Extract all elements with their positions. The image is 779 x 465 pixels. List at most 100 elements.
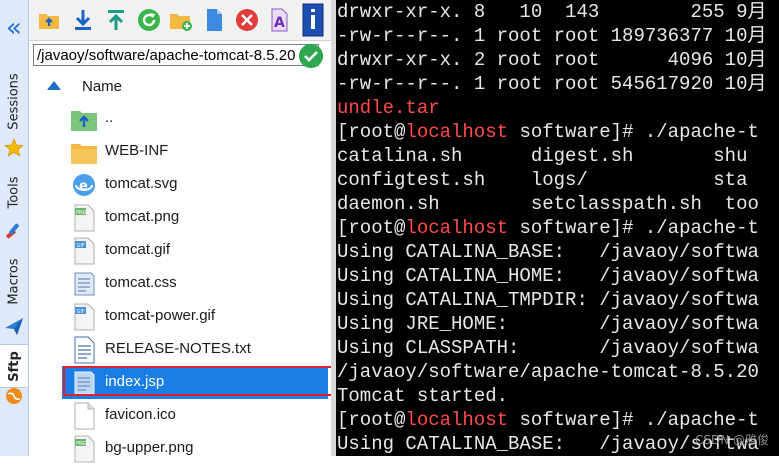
watermark: CSDN @雅俊: [694, 433, 769, 447]
terminal-text: configtest.sh logs/ sta: [337, 169, 748, 191]
name-column-header[interactable]: Name: [29, 72, 331, 102]
terminal-text: [root@: [337, 409, 406, 431]
parent-folder-icon[interactable]: [37, 8, 61, 32]
file-name: WEB-INF: [105, 142, 169, 159]
svg-text:A: A: [274, 15, 285, 31]
collapse-sidebar-icon[interactable]: «: [2, 10, 26, 46]
new-file-icon[interactable]: [202, 8, 226, 32]
ico-file-icon: [74, 402, 95, 430]
terminal-line: daemon.sh setclasspath.sh too: [337, 192, 759, 216]
terminal-text: drwxr-xr-x. 8 10 143 255 9月: [337, 1, 767, 23]
gif-file-icon: GIF: [74, 237, 95, 265]
terminal-text: /javaoy/software/apache-tomcat-8.5.20: [337, 361, 759, 383]
file-row-index-jsp[interactable]: index.jsp: [62, 366, 328, 399]
text-file-icon: [74, 336, 95, 364]
terminal-text: drwxr-xr-x. 2 root root 4096 10月: [337, 49, 767, 71]
gif-file-icon: GIF: [74, 303, 95, 331]
tab-sftp[interactable]: Sftp: [0, 344, 28, 388]
file-name: tomcat.svg: [105, 175, 178, 192]
terminal-line: -rw-r--r--. 1 root root 189736377 10月: [337, 24, 766, 48]
file-name: favicon.ico: [105, 406, 176, 423]
png-file-icon: PNG: [74, 204, 95, 232]
terminal-line: Using CATALINA_BASE: /javaoy/softwa: [337, 240, 759, 264]
file-row-tomcat-power-gif[interactable]: GIF tomcat-power.gif: [62, 300, 328, 333]
terminal-pane[interactable]: drwxr-xr-x. 8 10 143 255 9月 -rw-r--r--. 1…: [336, 0, 779, 456]
file-row-tomcat-css[interactable]: tomcat.css: [62, 267, 328, 300]
file-row-web-inf[interactable]: WEB-INF: [62, 135, 328, 168]
terminal-line: [root@localhost software]# ./apache-t: [337, 120, 759, 144]
terminal-text: daemon.sh setclasspath.sh too: [337, 193, 759, 215]
tools-icon: [6, 223, 19, 239]
file-name: tomcat.css: [105, 274, 177, 291]
jsp-file-icon: [74, 371, 95, 395]
terminal-line: drwxr-xr-x. 2 root root 4096 10月: [337, 48, 766, 72]
svg-text:GIF: GIF: [77, 309, 85, 315]
file-row-bg-upper[interactable]: PNG bg-upper.png: [62, 432, 328, 465]
upload-icon[interactable]: [104, 8, 128, 32]
svg-text:GIF: GIF: [77, 243, 85, 249]
terminal-line: /javaoy/software/apache-tomcat-8.5.20: [337, 360, 759, 384]
delete-icon[interactable]: [235, 8, 259, 32]
file-row-release-notes[interactable]: RELEASE-NOTES.txt: [62, 333, 328, 366]
tab-macros-label: Macros: [6, 257, 22, 305]
file-row-tomcat-gif[interactable]: GIF tomcat.gif: [62, 234, 328, 267]
terminal-line: Using CATALINA_TMPDIR: /javaoy/softwa: [337, 288, 759, 312]
terminal-text: [root@: [337, 121, 406, 143]
tab-sessions[interactable]: Sessions: [0, 58, 28, 144]
settings-panel-icon[interactable]: [300, 2, 326, 38]
css-file-icon: [74, 272, 95, 296]
terminal-text: catalina.sh digest.sh shu: [337, 145, 748, 167]
terminal-text: Using JRE_HOME: /javaoy/softwa: [337, 313, 759, 335]
tab-macros[interactable]: Macros: [0, 246, 28, 316]
star-icon: [4, 138, 24, 157]
path-bar: /javaoy/software/apache-tomcat-8.5.20: [29, 41, 331, 71]
tab-tools[interactable]: Tools: [0, 162, 28, 222]
terminal-text: [root@: [337, 217, 406, 239]
sort-ascending-icon: [47, 81, 61, 90]
terminal-text: software]# ./apache-t: [508, 217, 759, 239]
new-folder-icon[interactable]: [169, 8, 193, 32]
terminal-text: Using CLASSPATH: /javaoy/softwa: [337, 337, 759, 359]
tab-sessions-label: Sessions: [6, 72, 22, 130]
tab-sftp-label: Sftp: [6, 350, 22, 382]
terminal-line: catalina.sh digest.sh shu: [337, 144, 747, 168]
terminal-text: Using CATALINA_BASE: /javaoy/softwa: [337, 241, 759, 263]
file-row-tomcat-svg[interactable]: e tomcat.svg: [62, 168, 328, 201]
sftp-file-list: Name .. WEB-INF e tomcat.svg PNG tomcat.…: [29, 72, 331, 463]
terminal-line: [root@localhost software]# ./apache-t: [337, 408, 759, 432]
remote-path-input[interactable]: /javaoy/software/apache-tomcat-8.5.20: [33, 44, 319, 66]
terminal-line: Using JRE_HOME: /javaoy/softwa: [337, 312, 759, 336]
terminal-text: localhost: [405, 217, 509, 239]
terminal-text: software]# ./apache-t: [508, 121, 759, 143]
side-tab-bar: « Sessions Tools Macros Sftp: [0, 0, 29, 456]
refresh-icon[interactable]: [137, 8, 161, 32]
mobaxterm-window: « Sessions Tools Macros Sftp A /javaoy/s…: [0, 0, 779, 463]
terminal-text: undle.tar: [337, 97, 440, 119]
terminal-line: Using CATALINA_HOME: /javaoy/softwa: [337, 264, 759, 288]
terminal-text: Using CATALINA_HOME: /javaoy/softwa: [337, 265, 759, 287]
tab-tools-label: Tools: [6, 175, 22, 209]
terminal-text: Tomcat started.: [337, 385, 509, 407]
terminal-text: localhost: [405, 409, 509, 431]
folder-icon: [71, 144, 97, 164]
send-macro-icon: [5, 318, 23, 335]
file-row-parent[interactable]: ..: [62, 102, 328, 135]
terminal-line: configtest.sh logs/ sta: [337, 168, 747, 192]
text-mode-icon[interactable]: A: [267, 8, 291, 32]
svg-text:PNG: PNG: [76, 210, 87, 216]
terminal-text: -rw-r--r--. 1 root root 545617920 10月: [337, 73, 767, 95]
terminal-text: software]# ./apache-t: [508, 409, 759, 431]
sftp-globe-icon: [6, 388, 22, 404]
download-icon[interactable]: [71, 8, 95, 32]
file-row-favicon[interactable]: favicon.ico: [62, 399, 328, 432]
terminal-text: -rw-r--r--. 1 root root 189736377 10月: [337, 25, 767, 47]
name-column-label: Name: [82, 78, 123, 95]
png-file-icon: PNG: [74, 435, 95, 463]
file-name: RELEASE-NOTES.txt: [105, 340, 251, 357]
sftp-toolbar: A: [29, 0, 331, 41]
go-path-icon[interactable]: [299, 44, 323, 68]
file-row-tomcat-png[interactable]: PNG tomcat.png: [62, 201, 328, 234]
terminal-text: localhost: [405, 121, 509, 143]
terminal-line: -rw-r--r--. 1 root root 545617920 10月: [337, 72, 766, 96]
terminal-line: Using CLASSPATH: /javaoy/softwa: [337, 336, 759, 360]
